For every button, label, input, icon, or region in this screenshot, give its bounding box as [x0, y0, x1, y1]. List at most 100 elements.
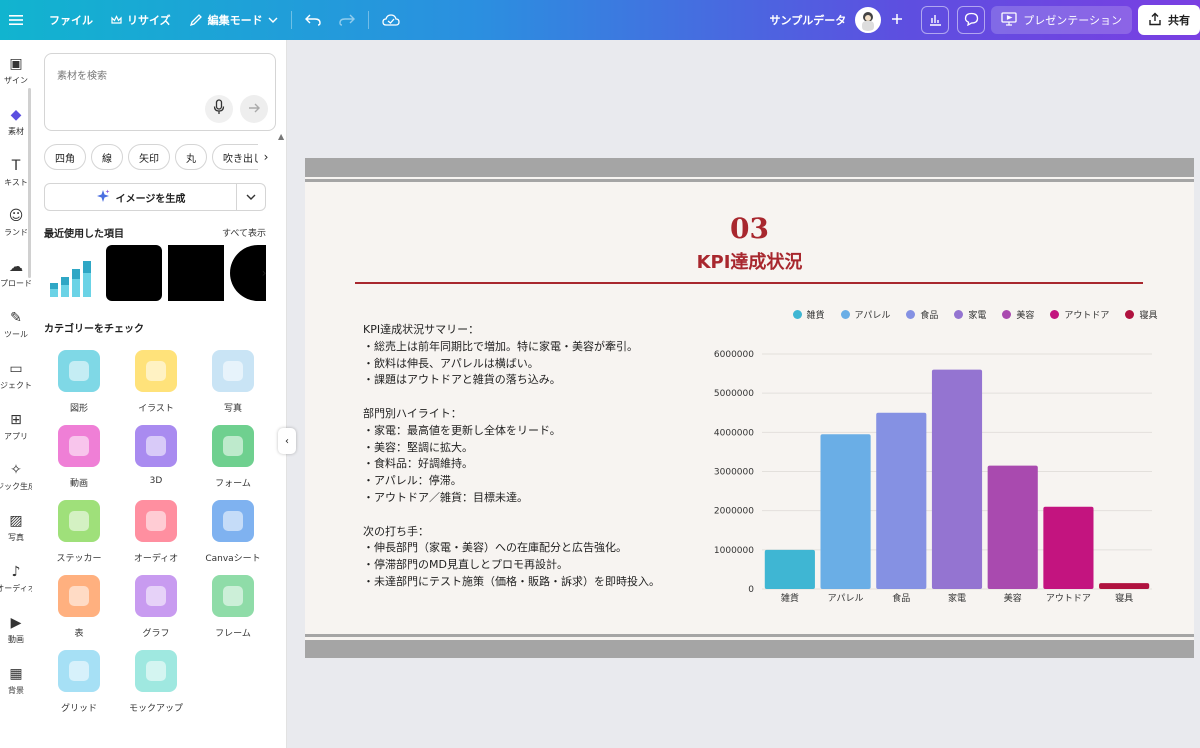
- pencil-icon: [189, 13, 203, 27]
- scroll-up-icon[interactable]: ▲: [278, 132, 284, 141]
- rail-item-12[interactable]: ▦ 背景: [0, 666, 32, 696]
- rail-item-4[interactable]: ☁ プロード: [0, 259, 32, 289]
- bar-chart[interactable]: 0 1000000 2000000 3000000 4000000 5000000 6000…: [700, 338, 1160, 603]
- insights-button[interactable]: [921, 6, 950, 34]
- generate-options-dropdown[interactable]: [237, 192, 265, 203]
- avatar[interactable]: [855, 7, 882, 33]
- text-icon: T: [11, 157, 21, 174]
- recent-item-square[interactable]: [168, 245, 224, 301]
- slide-text-line: ・アウトドア／雑貨：目標未達。: [363, 490, 528, 504]
- legend-item[interactable]: アパレル: [840, 308, 890, 321]
- bar-3[interactable]: [931, 369, 983, 589]
- legend-item[interactable]: 家電: [954, 308, 986, 321]
- category-1[interactable]: イラスト: [121, 350, 191, 414]
- legend-item[interactable]: 雑貨: [792, 308, 825, 321]
- see-all-link[interactable]: すべて表示: [222, 226, 266, 239]
- search-submit-button[interactable]: [240, 95, 268, 123]
- redo-icon: [338, 14, 355, 26]
- legend-item[interactable]: 寝具: [1125, 308, 1157, 321]
- resize-button[interactable]: リサイズ: [102, 0, 180, 40]
- menu-button[interactable]: [0, 0, 32, 40]
- search-input[interactable]: 素材を検索: [44, 53, 276, 131]
- redo-button[interactable]: [330, 0, 364, 40]
- legend-item[interactable]: アウトドア: [1050, 308, 1109, 321]
- chip-arrow[interactable]: 矢印: [128, 144, 170, 170]
- slide-text-line: ・食料品：好調維持。: [363, 457, 473, 471]
- categories-title: カテゴリーをチェック: [44, 324, 144, 335]
- legend-item[interactable]: 食品: [906, 308, 938, 321]
- legend-item[interactable]: 美容: [1002, 308, 1034, 321]
- category-3[interactable]: 動画: [44, 425, 114, 489]
- arrow-right-icon: [248, 101, 260, 117]
- category-11[interactable]: フレーム: [198, 575, 268, 639]
- category-6[interactable]: ステッカー: [44, 500, 114, 564]
- share-button[interactable]: 共有: [1138, 5, 1200, 35]
- recent-item-bar-chart[interactable]: [44, 245, 100, 301]
- bar-6[interactable]: [1099, 583, 1150, 589]
- rail-item-10[interactable]: ♪ オーディオ: [0, 564, 36, 594]
- category-5[interactable]: フォーム: [198, 425, 268, 489]
- generate-image-main[interactable]: イメージを生成: [45, 184, 237, 210]
- generate-image-button[interactable]: イメージを生成: [44, 183, 266, 211]
- category-12[interactable]: グリッド: [44, 650, 114, 714]
- voice-search-button[interactable]: [205, 95, 233, 123]
- draw-icon: ✎: [10, 310, 22, 326]
- elements-panel: 素材を検索 ▲ 四角 線 矢印 丸 吹き出し › イメージを生成 最近使用した項…: [32, 40, 287, 748]
- chips-next-button[interactable]: ›: [258, 144, 274, 170]
- bar-4[interactable]: [987, 465, 1038, 589]
- comments-button[interactable]: [957, 6, 986, 34]
- category-4[interactable]: 3D: [121, 425, 191, 486]
- file-menu[interactable]: ファイル: [40, 0, 102, 40]
- chip-square[interactable]: 四角: [44, 144, 86, 170]
- sample-data-title[interactable]: サンプルデータ: [761, 0, 856, 40]
- bar-2[interactable]: [876, 412, 927, 589]
- category-10[interactable]: グラフ: [121, 575, 191, 639]
- form-icon: [212, 425, 254, 467]
- category-label: 写真: [223, 404, 242, 414]
- recent-next-button[interactable]: ›: [254, 262, 274, 284]
- edit-mode-button[interactable]: 編集モード: [180, 0, 287, 40]
- slide-number[interactable]: 03: [305, 212, 1194, 245]
- rail-item-9[interactable]: ▨ 写真: [0, 513, 32, 543]
- rail-item-3[interactable]: ☺ ランド: [0, 208, 32, 238]
- chip-line[interactable]: 線: [91, 144, 123, 170]
- music-icon: [135, 500, 177, 542]
- x-tick-label: 家電: [948, 592, 966, 603]
- bar-0[interactable]: [764, 549, 815, 589]
- category-7[interactable]: オーディオ: [121, 500, 191, 564]
- slide-top-line: [305, 179, 1194, 182]
- undo-button[interactable]: [296, 0, 330, 40]
- present-button[interactable]: プレゼンテーション: [991, 6, 1132, 34]
- bar-1[interactable]: [820, 434, 871, 589]
- illustration-icon: [135, 350, 177, 392]
- rail-item-11[interactable]: ▶ 動画: [0, 615, 32, 645]
- rail-item-6[interactable]: ▭ ジェクト: [0, 361, 32, 391]
- rail-item-8[interactable]: ✧ ジック生成: [0, 462, 36, 492]
- save-status-button[interactable]: [373, 0, 409, 40]
- rail-item-5[interactable]: ✎ ツール: [0, 310, 32, 340]
- collapse-panel-button[interactable]: ‹: [278, 428, 296, 454]
- rail-item-label: ツール: [4, 330, 28, 339]
- recent-item-rounded-square[interactable]: [106, 245, 162, 301]
- rail-item-2[interactable]: T キスト: [0, 158, 32, 188]
- chip-circle[interactable]: 丸: [175, 144, 207, 170]
- rail-item-7[interactable]: ⊞ アプリ: [0, 412, 32, 442]
- rail-item-label: ジェクト: [0, 380, 32, 390]
- frame-icon: [212, 575, 254, 617]
- present-label: プレゼンテーション: [1023, 14, 1122, 27]
- slide-body-text[interactable]: KPI達成状況サマリー： ・総売上は前年同期比で増加。特に家電・美容が牽引。 ・飲料…: [363, 322, 703, 608]
- category-13[interactable]: モックアップ: [121, 650, 191, 714]
- category-8[interactable]: Canvaシート: [198, 500, 268, 564]
- bar-5[interactable]: [1043, 506, 1094, 589]
- legend-swatch: [792, 310, 802, 319]
- legend-label: アウトドア: [1064, 311, 1110, 321]
- category-label: グリッド: [60, 704, 97, 714]
- rail-item-0[interactable]: ▣ ザイン: [0, 56, 32, 86]
- category-2[interactable]: 写真: [198, 350, 268, 414]
- add-collaborator-button[interactable]: [883, 6, 911, 34]
- slide[interactable]: 03 KPI達成状況 KPI達成状況サマリー： ・総売上は前年同期比で増加。特に家…: [305, 158, 1194, 658]
- rail-item-1[interactable]: ◆ 素材: [0, 107, 32, 137]
- category-0[interactable]: 図形: [44, 350, 114, 414]
- category-9[interactable]: 表: [44, 575, 114, 639]
- slide-title[interactable]: KPI達成状況: [305, 248, 1194, 274]
